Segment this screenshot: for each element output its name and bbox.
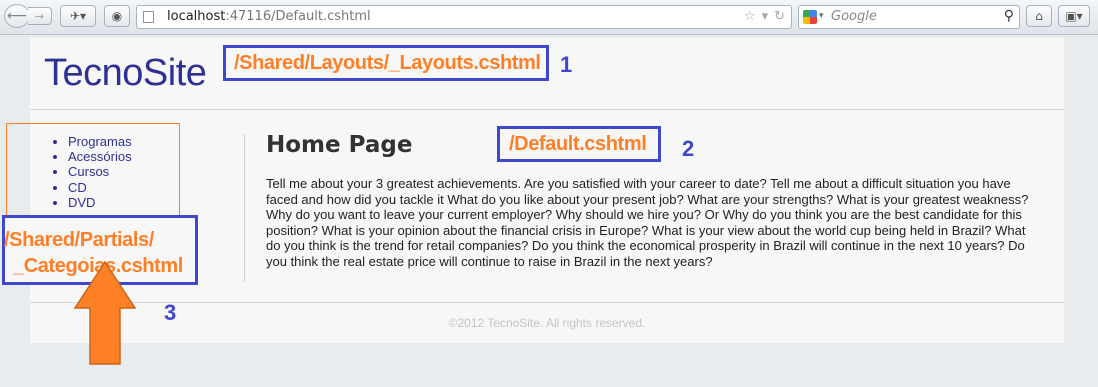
home-button[interactable]: ⌂ (1026, 5, 1052, 27)
engine-dropdown-icon[interactable]: ▾ (819, 11, 824, 21)
back-arrow-icon: ⟵ (6, 8, 28, 24)
annotation-label-layout: /Shared/Layouts/_Layouts.cshtml (234, 52, 541, 74)
bookmark-star-icon[interactable]: ☆ (744, 9, 756, 24)
footer-copyright: ©2012 TecnoSite. All rights reserved. (448, 316, 646, 330)
search-placeholder: Google (831, 9, 877, 24)
tools-menu-button[interactable]: ✈▾ (60, 5, 96, 27)
annotation-label-default: /Default.cshtml (509, 133, 647, 155)
web-page: TecnoSite Programas Acessórios Cursos CD… (30, 38, 1064, 343)
annotation-number-2: 2 (682, 136, 695, 161)
record-icon: ◉ (111, 9, 123, 23)
nav-buttons: ⟵ → (4, 4, 56, 28)
url-text[interactable]: localhost:47116/Default.cshtml (167, 9, 371, 24)
annotation-box-default: /Default.cshtml (497, 126, 661, 162)
address-bar[interactable]: localhost:47116/Default.cshtml ☆ ▾ ↻ (136, 5, 792, 29)
annotation-number-1: 1 (560, 52, 573, 77)
header-divider (30, 109, 1064, 110)
url-host: localhost (167, 9, 226, 24)
menu-icon: ▣▾ (1065, 9, 1083, 23)
forward-arrow-icon: → (34, 9, 45, 23)
search-bar[interactable]: ▾ Google ⚲ (798, 5, 1020, 29)
up-arrow-icon (73, 260, 137, 365)
annotation-box-layout: /Shared/Layouts/_Layouts.cshtml (223, 45, 549, 81)
google-icon[interactable] (803, 10, 817, 24)
reload-icon[interactable]: ↻ (774, 9, 785, 24)
back-button[interactable]: ⟵ (4, 4, 30, 28)
annotation-label-partial-1: /Shared/Partials/ (4, 229, 154, 251)
menu-button[interactable]: ▣▾ (1058, 5, 1090, 27)
footer-divider (30, 302, 1064, 303)
tools-icon: ✈▾ (69, 9, 87, 23)
site-title[interactable]: TecnoSite (44, 52, 207, 95)
dropdown-icon[interactable]: ▾ (762, 9, 769, 24)
arrow-shape (73, 260, 137, 365)
column-divider (244, 134, 245, 282)
home-icon: ⌂ (1035, 9, 1043, 23)
browser-toolbar: ⟵ → ✈▾ ◉ localhost:47116/Default.cshtml … (0, 0, 1098, 35)
search-magnifier-icon[interactable]: ⚲ (1004, 8, 1014, 24)
content-body: Tell me about your 3 greatest achievemen… (266, 176, 1029, 269)
page-icon (143, 11, 154, 23)
url-path: :47116/Default.cshtml (225, 9, 371, 24)
content-heading: Home Page (266, 132, 413, 158)
identity-button[interactable]: ◉ (104, 5, 130, 27)
url-actions: ☆ ▾ ↻ (744, 9, 785, 24)
forward-button[interactable]: → (28, 7, 52, 25)
partial-region-outline (6, 123, 180, 218)
annotation-number-3: 3 (164, 300, 177, 325)
